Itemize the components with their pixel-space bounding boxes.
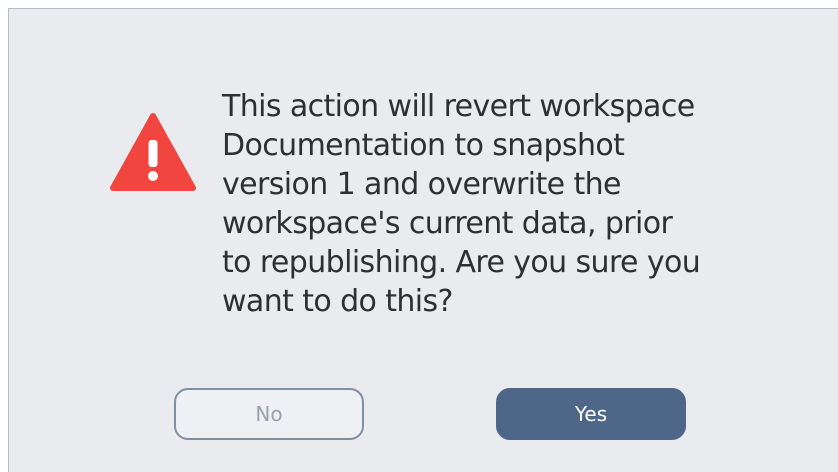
no-button-label: No [255,402,283,426]
dialog-message: This action will revert workspace Docume… [222,89,701,319]
no-button[interactable]: No [174,388,364,440]
warning-icon [110,113,196,191]
yes-button-label: Yes [574,402,608,426]
confirm-revert-dialog: This action will revert workspace Docume… [8,8,838,472]
yes-button[interactable]: Yes [496,388,686,440]
